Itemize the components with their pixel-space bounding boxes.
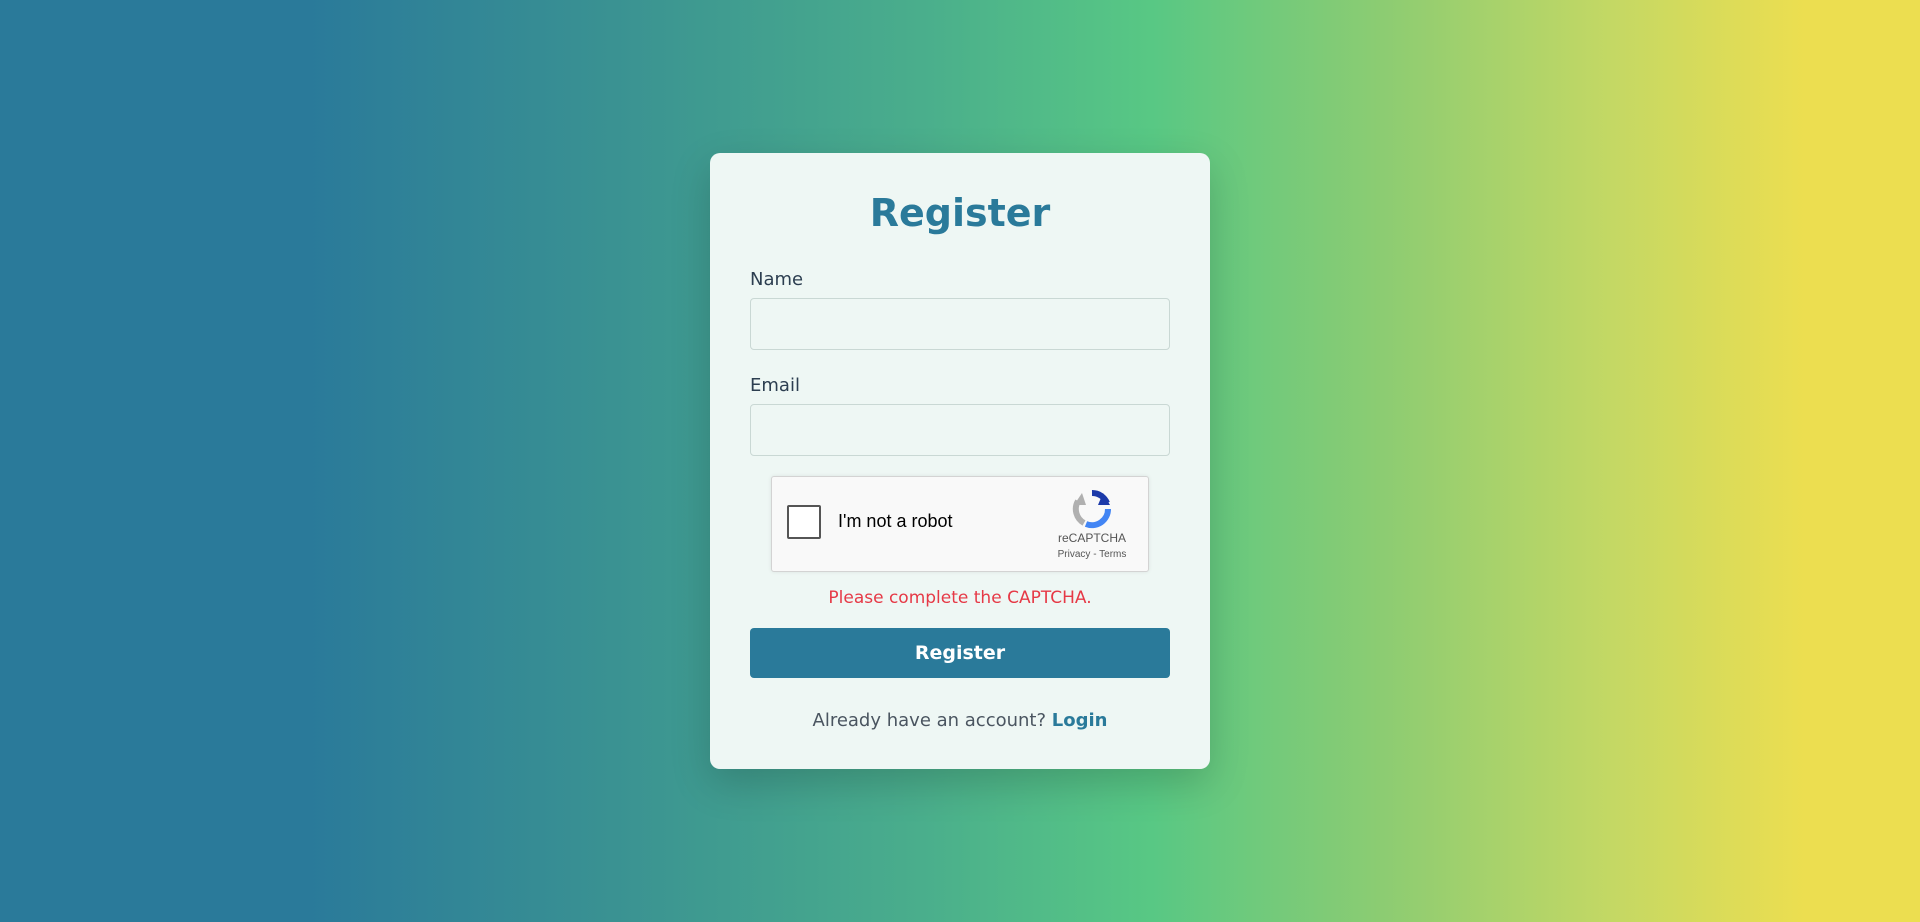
register-button[interactable]: Register (750, 628, 1170, 678)
captcha-error-message: Please complete the CAPTCHA. (828, 588, 1092, 608)
page-title: Register (869, 191, 1051, 235)
captcha-links: Privacy - Terms (1050, 549, 1134, 560)
recaptcha-widget: I'm not a robot reCAPTCHA Privacy - Term… (771, 476, 1149, 572)
email-label: Email (750, 375, 800, 396)
captcha-checkbox[interactable] (787, 505, 821, 539)
captcha-link-separator: - (1090, 549, 1100, 560)
login-prompt: Already have an account? Login (750, 710, 1170, 731)
name-label: Name (750, 269, 804, 290)
login-link[interactable]: Login (1052, 710, 1108, 731)
captcha-brand: reCAPTCHA (1057, 531, 1126, 545)
captcha-logo: reCAPTCHA Privacy - Terms (1050, 489, 1134, 560)
captcha-terms-link[interactable]: Terms (1099, 549, 1126, 560)
register-card: Register Name Email I'm not a robot reCA… (710, 153, 1210, 769)
name-field[interactable] (750, 298, 1170, 350)
captcha-label: I'm not a robot (838, 511, 953, 531)
recaptcha-icon (1072, 489, 1112, 529)
login-prompt-text: Already have an account? (812, 710, 1047, 731)
email-field[interactable] (750, 404, 1170, 456)
captcha-privacy-link[interactable]: Privacy (1058, 549, 1091, 560)
